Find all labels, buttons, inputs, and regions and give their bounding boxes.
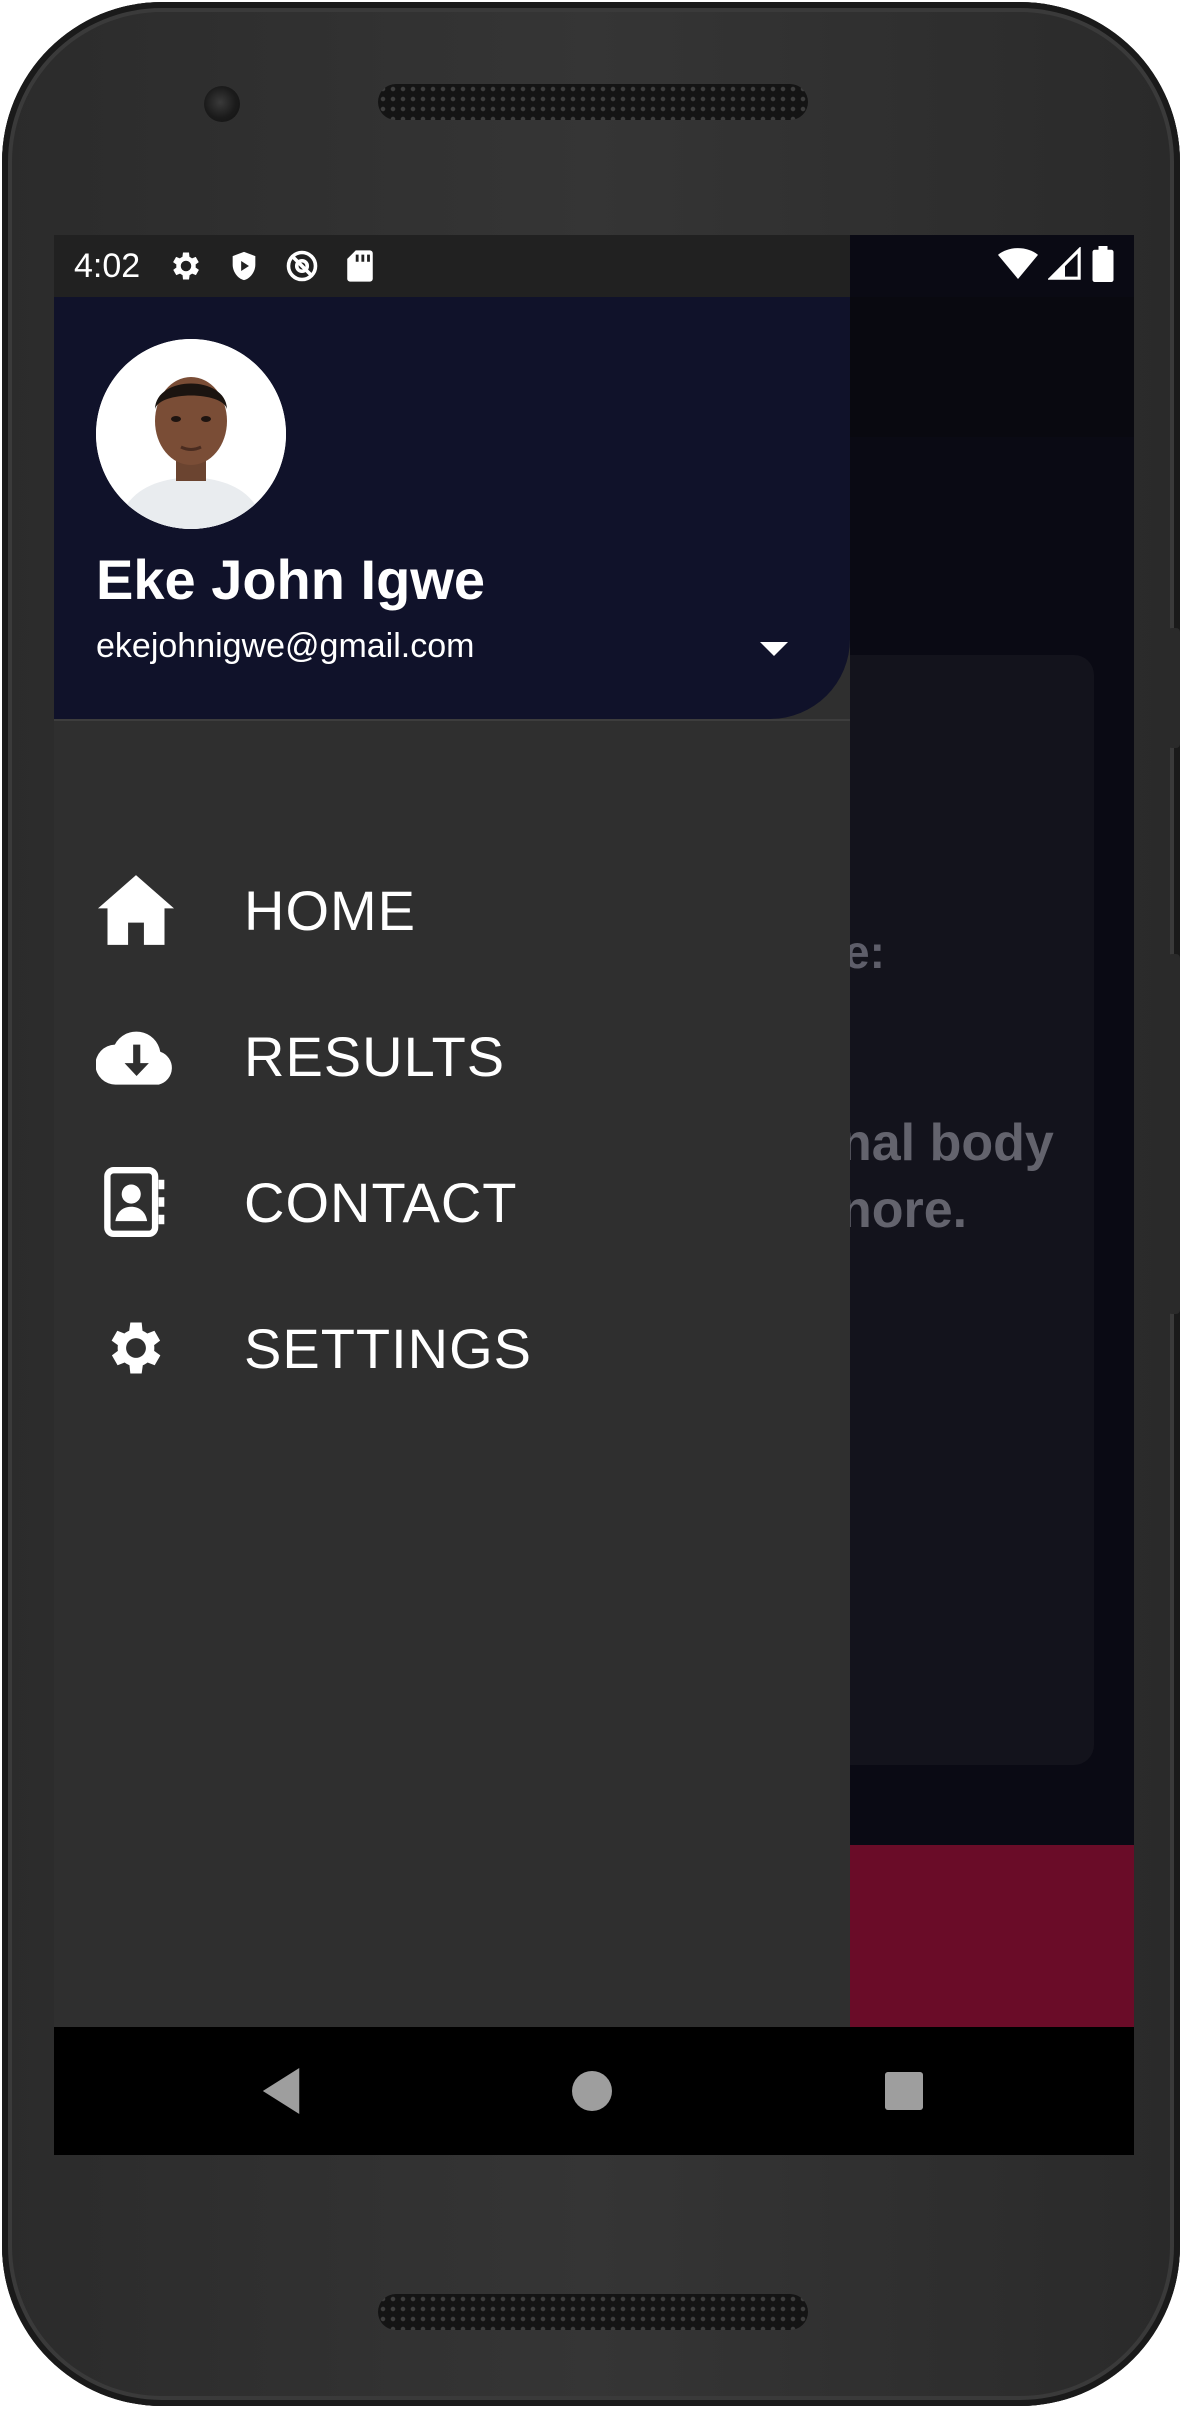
navigation-drawer: Eke John Igwe ekejohnigwe@gmail.com HOME	[54, 297, 850, 2027]
background-text-line: nore.	[840, 1181, 968, 1239]
drawer-item-label: RESULTS	[244, 1024, 506, 1088]
battery-icon	[1092, 245, 1114, 287]
drawer-item-results[interactable]: RESULTS	[54, 983, 850, 1129]
background-text-line: e:	[844, 926, 885, 978]
drawer-item-home[interactable]: HOME	[54, 837, 850, 983]
power-button	[1168, 628, 1180, 748]
drawer-item-settings[interactable]: SETTINGS	[54, 1275, 850, 1421]
home-button[interactable]	[562, 2061, 622, 2121]
dropdown-arrow-icon[interactable]	[754, 635, 794, 665]
cloud-download-icon	[94, 1014, 178, 1098]
shield-play-icon	[226, 248, 262, 284]
gear-icon	[168, 248, 204, 284]
bottom-speaker	[378, 2294, 808, 2330]
drawer-item-label: HOME	[244, 878, 416, 942]
user-name: Eke John Igwe	[96, 548, 485, 611]
top-speaker	[378, 84, 808, 120]
drawer-divider	[54, 719, 850, 721]
wifi-icon	[998, 247, 1038, 286]
sd-card-icon	[342, 248, 378, 284]
drawer-item-contact[interactable]: CONTACT	[54, 1129, 850, 1275]
drawer-item-label: SETTINGS	[244, 1316, 533, 1380]
recents-button[interactable]	[874, 2061, 934, 2121]
avatar[interactable]	[96, 339, 286, 529]
status-bar-left: 4:02	[54, 235, 850, 297]
contact-book-icon	[94, 1160, 178, 1244]
gear-icon	[94, 1306, 178, 1390]
user-email: ekejohnigwe@gmail.com	[96, 627, 475, 665]
front-camera	[204, 86, 240, 122]
phone-frame: e: nal body nore. 4:02 Eke John Igwe eke…	[2, 2, 1180, 2406]
system-nav-bar	[54, 2027, 1134, 2155]
back-button[interactable]	[252, 2061, 312, 2121]
volume-button	[1168, 954, 1180, 1314]
device-screen: e: nal body nore. 4:02 Eke John Igwe eke…	[54, 235, 1134, 2155]
status-bar: 4:02	[54, 235, 1134, 297]
home-icon	[94, 868, 178, 952]
signal-icon	[1047, 245, 1082, 286]
drawer-item-label: CONTACT	[244, 1170, 518, 1234]
status-time: 4:02	[74, 246, 141, 285]
background-text-line: nal body	[840, 1114, 1054, 1172]
at-sign-icon	[284, 248, 320, 284]
drawer-header: Eke John Igwe ekejohnigwe@gmail.com	[54, 297, 850, 719]
status-bar-right	[998, 235, 1114, 297]
